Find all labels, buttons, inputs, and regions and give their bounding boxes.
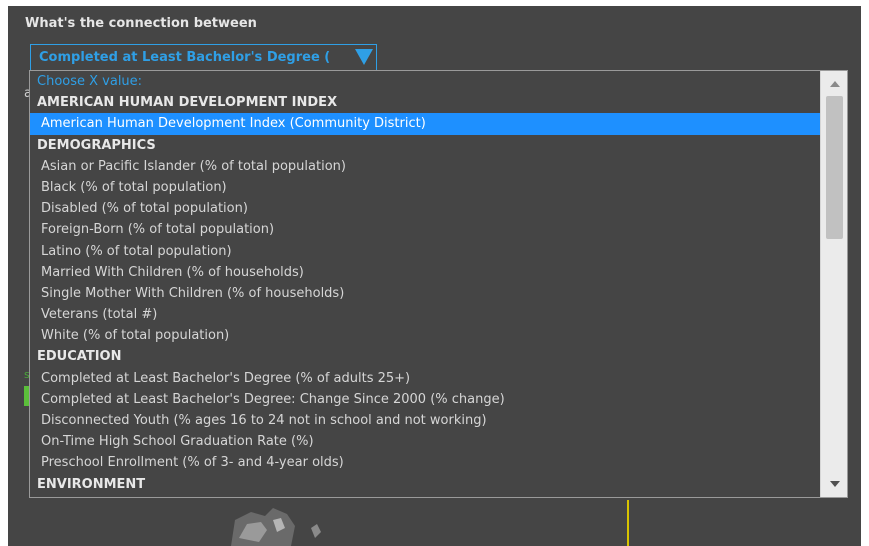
option-group-label: EDUCATION bbox=[37, 349, 122, 365]
dropdown-option[interactable]: Disabled (% of total population) bbox=[30, 198, 820, 219]
dropdown-option[interactable]: Single Mother With Children (% of househ… bbox=[30, 283, 820, 304]
scroll-up-arrow-icon[interactable] bbox=[830, 81, 840, 87]
dropdown-option[interactable]: Married With Children (% of households) bbox=[30, 262, 820, 283]
dropdown-placeholder: Choose X value: bbox=[37, 74, 143, 89]
dropdown-option[interactable]: Preschool Enrollment (% of 3- and 4-year… bbox=[30, 452, 820, 473]
chart-axis-line bbox=[627, 500, 629, 546]
dropdown-option[interactable]: Completed at Least Bachelor's Degree: Ch… bbox=[30, 389, 820, 410]
dropdown-option[interactable]: Latino (% of total population) bbox=[30, 241, 820, 262]
dropdown-option[interactable]: American Human Development Index (Commun… bbox=[30, 113, 820, 135]
x-value-select[interactable]: Completed at Least Bachelor's Degree ( bbox=[30, 44, 377, 71]
dropdown-option[interactable]: Veterans (total #) bbox=[30, 304, 820, 325]
x-value-dropdown-list[interactable]: Choose X value: AMERICAN HUMAN DEVELOPMEN… bbox=[29, 70, 848, 498]
dropdown-option[interactable]: Black (% of total population) bbox=[30, 177, 820, 198]
select-value: Completed at Least Bachelor's Degree ( bbox=[39, 50, 331, 65]
dropdown-option[interactable]: Completed at Least Bachelor's Degree (% … bbox=[30, 368, 820, 389]
dropdown-option[interactable]: White (% of total population) bbox=[30, 325, 820, 346]
dropdown-option[interactable]: Foreign-Born (% of total population) bbox=[30, 219, 820, 240]
dropdown-option[interactable]: Asian or Pacific Islander (% of total po… bbox=[30, 156, 820, 177]
scroll-down-arrow-icon[interactable] bbox=[830, 481, 840, 487]
option-group-label: AMERICAN HUMAN DEVELOPMENT INDEX bbox=[37, 95, 338, 111]
question-label: What's the connection between bbox=[25, 16, 257, 31]
options-list: Choose X value: AMERICAN HUMAN DEVELOPMEN… bbox=[30, 71, 820, 495]
dropdown-option[interactable]: Disconnected Youth (% ages 16 to 24 not … bbox=[30, 410, 820, 431]
scroll-thumb[interactable] bbox=[826, 96, 843, 239]
triangle-down-icon[interactable] bbox=[355, 49, 373, 65]
map-fragment bbox=[231, 508, 321, 546]
dropdown-scrollbar[interactable] bbox=[820, 71, 847, 497]
dropdown-option[interactable]: On-Time High School Graduation Rate (%) bbox=[30, 431, 820, 452]
option-group-label: DEMOGRAPHICS bbox=[37, 137, 156, 153]
option-group-label: ENVIRONMENT bbox=[37, 476, 146, 492]
